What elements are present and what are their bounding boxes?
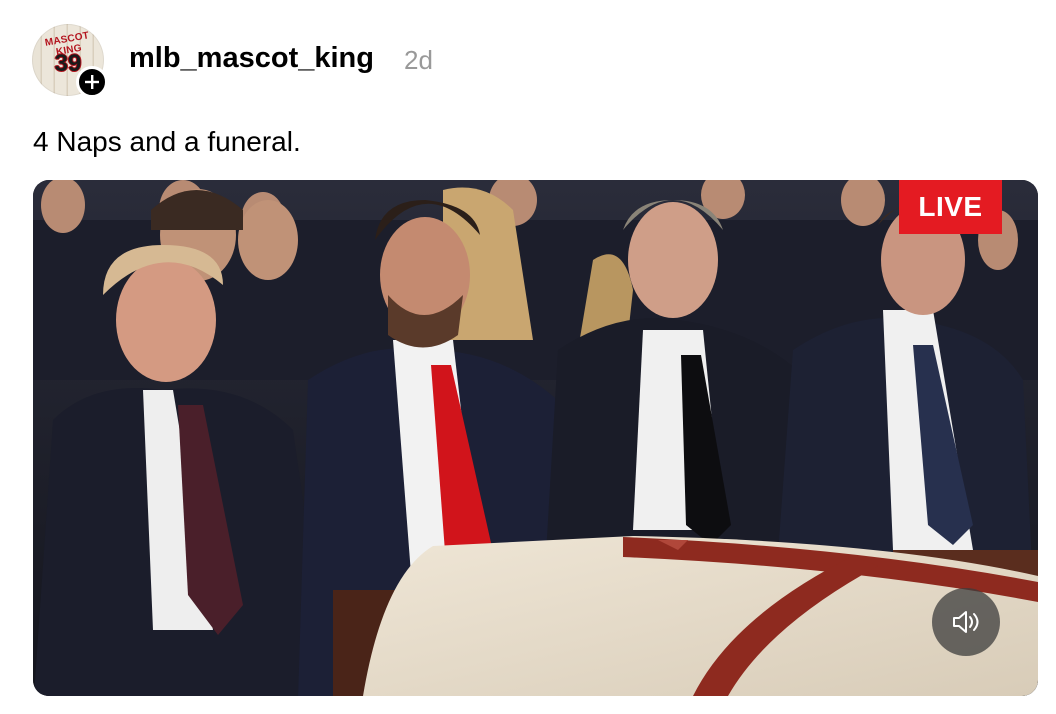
- post-timestamp: 2d: [404, 45, 433, 75]
- mute-button[interactable]: [932, 588, 1000, 656]
- post-header: MASCOT KING 39 mlb_mascot_king 2d: [32, 22, 1032, 98]
- speaker-icon: [953, 611, 979, 633]
- live-badge: LIVE: [899, 180, 1002, 234]
- username[interactable]: mlb_mascot_king: [129, 42, 374, 75]
- video-frame: [33, 180, 1038, 696]
- follow-button[interactable]: [76, 66, 108, 98]
- video-player[interactable]: LIVE: [33, 180, 1038, 696]
- plus-icon: [85, 75, 99, 89]
- post-caption: 4 Naps and a funeral.: [33, 126, 301, 157]
